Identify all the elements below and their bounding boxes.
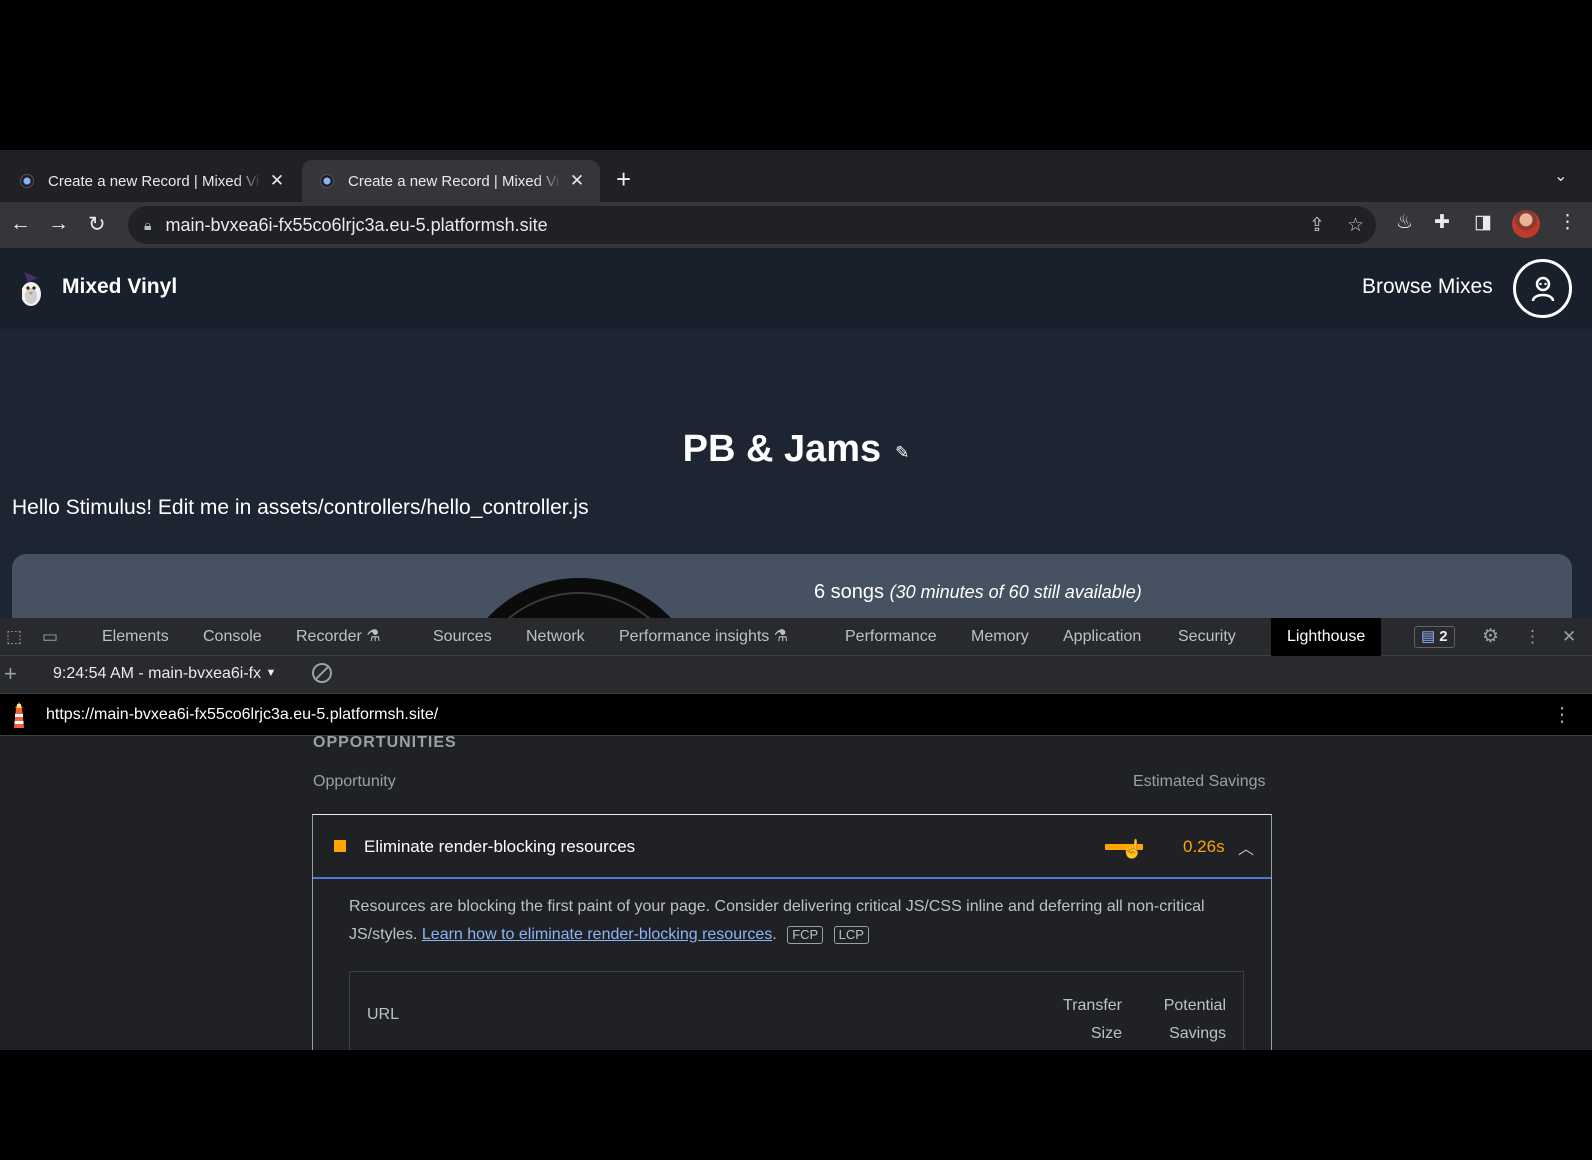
audit-render-blocking: Eliminate render-blocking resources ☝ 0.… xyxy=(312,814,1272,1050)
site-favicon-icon xyxy=(320,174,334,188)
metric-badge-fcp[interactable]: FCP xyxy=(787,926,824,944)
flame-extension-icon[interactable]: ♨ xyxy=(1396,211,1413,234)
resources-table: URL Transfer Size Potential Savings xyxy=(349,971,1244,1050)
browser-tab-active[interactable]: Create a new Record | Mixed Vi ✕ xyxy=(302,160,600,202)
mix-title-text: PB & Jams xyxy=(682,428,882,470)
address-url[interactable]: main-bvxea6i-fx55co6lrjc3a.eu-5.platform… xyxy=(165,215,547,236)
browser-toolbar: ← → ↻ 🔒︎ main-bvxea6i-fx55co6lrjc3a.eu-5… xyxy=(0,202,1592,248)
lock-icon[interactable]: 🔒︎ xyxy=(144,217,151,234)
reload-icon[interactable]: ↻ xyxy=(88,212,106,237)
report-selector-label: 9:24:54 AM - main-bvxea6i-fx xyxy=(53,665,262,682)
tab-title: Create a new Record | Mixed Vi xyxy=(48,172,260,190)
audit-description-end: . xyxy=(772,926,777,943)
device-toolbar-icon[interactable]: ▭ xyxy=(42,627,58,647)
site-navbar: Mixed Vinyl Browse Mixes xyxy=(0,248,1592,329)
tab-sources[interactable]: Sources xyxy=(433,618,492,656)
transfer-size-line1: Transfer xyxy=(1063,997,1122,1014)
edit-icon[interactable]: ✎ xyxy=(895,443,909,462)
potential-savings-line2: Savings xyxy=(1169,1025,1226,1042)
inspect-element-icon[interactable]: ⬚ xyxy=(6,627,22,647)
dropdown-arrow-icon: ▼ xyxy=(265,667,277,679)
browse-mixes-link[interactable]: Browse Mixes xyxy=(1362,275,1493,299)
url-column-header: URL xyxy=(367,1006,400,1023)
user-icon xyxy=(1531,276,1554,301)
experiment-flask-icon: ⚗ xyxy=(366,628,381,645)
mixed-vinyl-logo-icon[interactable] xyxy=(14,268,48,308)
user-account-button[interactable] xyxy=(1513,259,1572,318)
transfer-size-line2: Size xyxy=(1090,1025,1122,1042)
brand-name[interactable]: Mixed Vinyl xyxy=(62,275,177,299)
chevron-up-icon[interactable]: ︿ xyxy=(1238,835,1254,859)
share-icon[interactable]: ⇪ xyxy=(1309,214,1325,237)
address-bar[interactable]: 🔒︎ main-bvxea6i-fx55co6lrjc3a.eu-5.platf… xyxy=(128,206,1376,244)
profile-avatar[interactable] xyxy=(1512,210,1540,238)
forward-icon[interactable]: → xyxy=(48,212,69,236)
report-menu-icon[interactable]: ⋮ xyxy=(1552,702,1572,727)
tab-title: Create a new Record | Mixed Vi xyxy=(348,172,560,190)
extensions-puzzle-icon[interactable]: ✚ xyxy=(1434,211,1450,234)
tab-performance-insights[interactable]: Performance insights ⚗ xyxy=(619,618,788,656)
potential-savings-line1: Potential xyxy=(1163,997,1226,1014)
learn-more-link[interactable]: Learn how to eliminate render-blocking r… xyxy=(422,926,772,943)
browser-tab[interactable]: Create a new Record | Mixed Vi ✕ xyxy=(2,160,300,202)
songs-availability: (30 minutes of 60 still available) xyxy=(889,582,1142,602)
tab-recorder-label: Recorder xyxy=(296,628,362,645)
experiment-flask-icon: ⚗ xyxy=(773,628,789,645)
close-tab-icon[interactable]: ✕ xyxy=(268,171,286,191)
transfer-size-column-header: Transfer Size xyxy=(1058,992,1122,1048)
lighthouse-url-bar: https://main-bvxea6i-fx55co6lrjc3a.eu-5.… xyxy=(0,694,1592,736)
browser-menu-icon[interactable]: ⋮ xyxy=(1558,211,1577,234)
tab-security[interactable]: Security xyxy=(1178,618,1236,656)
devtools-tabbar: ⬚ ▭ Elements Console Recorder ⚗ Sources … xyxy=(0,618,1592,656)
tab-application[interactable]: Application xyxy=(1063,618,1141,656)
audit-savings: 0.26s xyxy=(1183,837,1225,856)
songs-count: 6 songs xyxy=(814,581,885,603)
message-icon: ▤ xyxy=(1421,628,1436,645)
audit-title: Eliminate render-blocking resources xyxy=(364,837,636,856)
back-icon[interactable]: ← xyxy=(10,212,31,236)
stimulus-hello-text: Hello Stimulus! Edit me in assets/contro… xyxy=(12,496,589,519)
side-panel-icon[interactable]: ◨ xyxy=(1474,211,1492,234)
browser-tabstrip: Create a new Record | Mixed Vi ✕ Create … xyxy=(0,150,1592,202)
tab-memory[interactable]: Memory xyxy=(971,618,1029,656)
new-tab-icon[interactable]: + xyxy=(616,164,631,195)
opportunities-heading: OPPORTUNITIES xyxy=(313,736,457,751)
tab-search-chevron-icon[interactable]: ⌄ xyxy=(1554,166,1567,186)
devtools-menu-icon[interactable]: ⋮ xyxy=(1524,627,1541,647)
report-selector[interactable]: 9:24:54 AM - main-bvxea6i-fx ▼ xyxy=(53,665,276,683)
tab-lighthouse[interactable]: Lighthouse xyxy=(1271,618,1382,656)
mix-title: PB & Jams ✎ xyxy=(0,428,1592,471)
tab-recorder[interactable]: Recorder ⚗ xyxy=(296,618,381,656)
settings-gear-icon[interactable]: ⚙ xyxy=(1482,625,1499,648)
new-report-icon[interactable]: + xyxy=(4,661,17,687)
bookmark-star-icon[interactable]: ☆ xyxy=(1347,214,1364,237)
lighthouse-icon xyxy=(14,702,24,728)
estimated-savings-column-header: Estimated Savings xyxy=(1133,773,1266,790)
clear-reports-icon[interactable] xyxy=(312,663,332,683)
tab-console[interactable]: Console xyxy=(203,618,262,656)
hand-cursor-icon: ☝ xyxy=(1121,839,1144,859)
opportunity-column-header: Opportunity xyxy=(313,773,396,790)
website-viewport: Mixed Vinyl Browse Mixes PB & Jams ✎ Hell… xyxy=(0,248,1592,618)
tab-performance-insights-label: Performance insights xyxy=(619,628,770,645)
lighthouse-report: OPPORTUNITIES Opportunity Estimated Savi… xyxy=(0,736,1592,1050)
tab-elements[interactable]: Elements xyxy=(102,618,169,656)
report-url[interactable]: https://main-bvxea6i-fx55co6lrjc3a.eu-5.… xyxy=(46,706,438,724)
tab-performance[interactable]: Performance xyxy=(845,618,937,656)
issues-count: 2 xyxy=(1439,628,1448,645)
issues-counter[interactable]: ▤ 2 xyxy=(1414,626,1455,648)
close-tab-icon[interactable]: ✕ xyxy=(568,171,586,191)
mix-card: 6 songs (30 minutes of 60 still availabl… xyxy=(12,554,1572,618)
close-devtools-icon[interactable]: ✕ xyxy=(1562,627,1576,647)
lighthouse-toolbar: + 9:24:54 AM - main-bvxea6i-fx ▼ xyxy=(0,656,1592,694)
audit-summary-row[interactable]: Eliminate render-blocking resources ☝ 0.… xyxy=(313,815,1271,879)
site-favicon-icon xyxy=(20,174,34,188)
audit-description: Resources are blocking the first paint o… xyxy=(349,893,1249,949)
songs-summary: 6 songs (30 minutes of 60 still availabl… xyxy=(814,581,1142,604)
potential-savings-column-header: Potential Savings xyxy=(1156,992,1226,1048)
average-status-icon xyxy=(334,840,346,852)
vinyl-record-image xyxy=(454,578,704,618)
metric-badge-lcp[interactable]: LCP xyxy=(833,926,869,944)
tab-network[interactable]: Network xyxy=(526,618,585,656)
